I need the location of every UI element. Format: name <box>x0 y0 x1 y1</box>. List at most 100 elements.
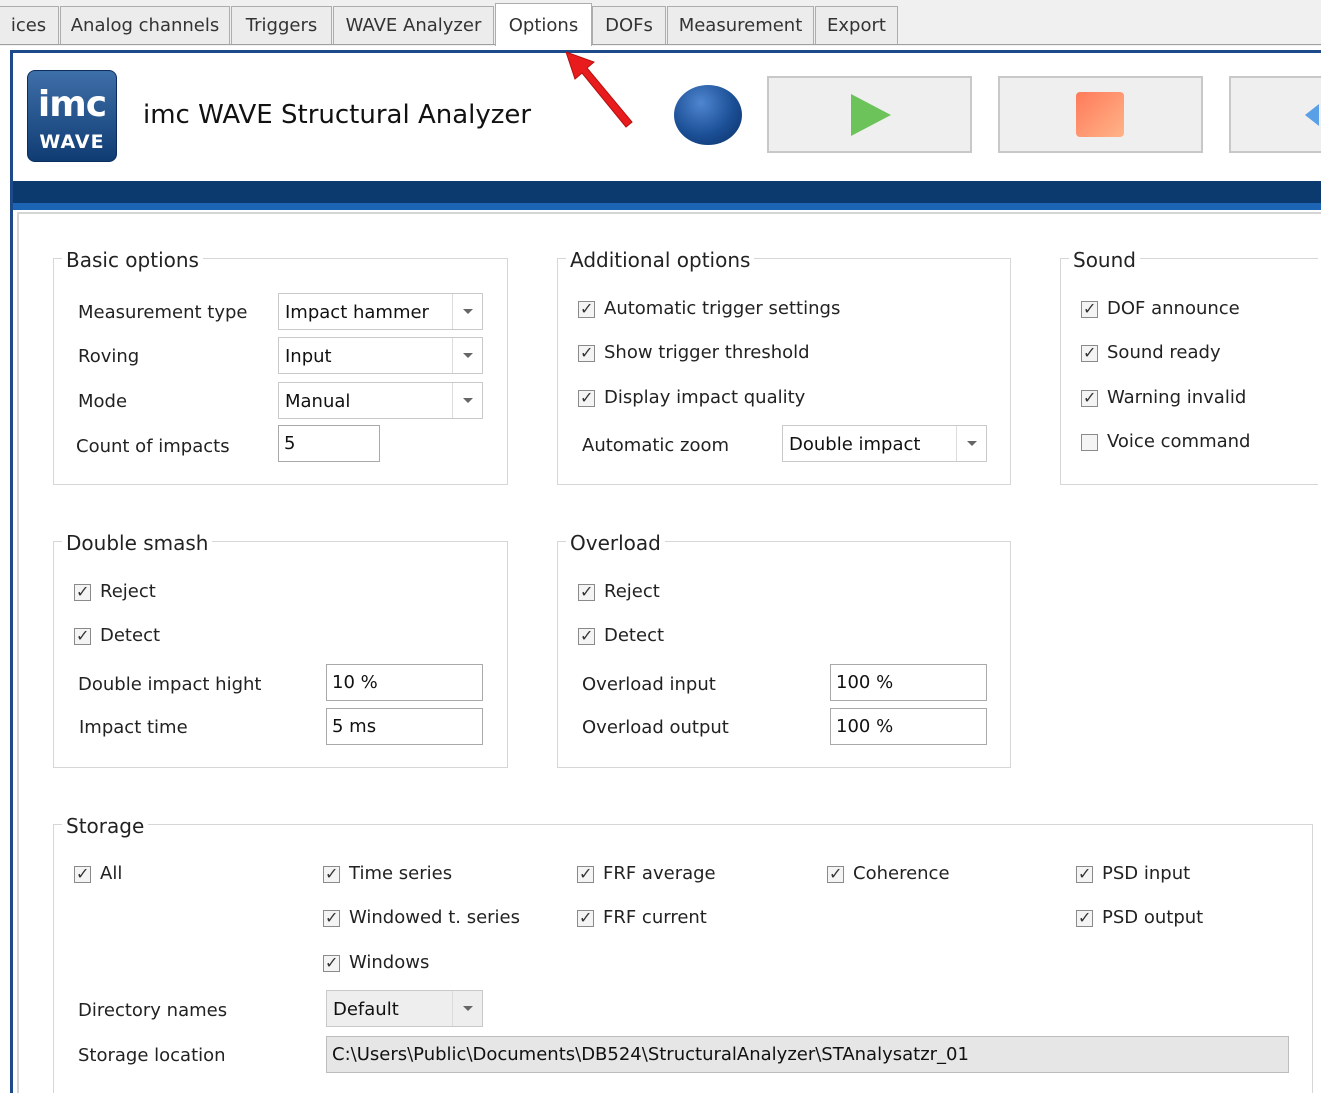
status-indicator-icon <box>674 85 742 145</box>
mode-select[interactable]: Manual <box>278 382 483 419</box>
checkbox-unchecked-icon[interactable] <box>1081 434 1098 451</box>
impact-time-value: 5 ms <box>332 716 377 737</box>
roving-select[interactable]: Input <box>278 337 483 374</box>
double-impact-hight-input[interactable]: 10 % <box>326 664 483 701</box>
measurement-type-select[interactable]: Impact hammer <box>278 293 483 330</box>
count-of-impacts-input[interactable]: 5 <box>278 425 380 462</box>
psd-output-label: PSD output <box>1102 907 1204 928</box>
chevron-down-icon[interactable] <box>452 338 482 373</box>
app-title: imc WAVE Structural Analyzer <box>143 100 532 130</box>
chevron-down-icon[interactable] <box>452 991 482 1026</box>
tab-export[interactable]: Export <box>815 6 898 44</box>
psd-input-label: PSD input <box>1102 863 1191 884</box>
checkbox-checked-icon[interactable] <box>74 582 91 601</box>
checkbox-checked-icon[interactable] <box>1076 908 1093 927</box>
overload-output-field[interactable]: 100 % <box>830 708 987 745</box>
next-button[interactable] <box>1229 76 1321 153</box>
annotation-arrow-icon <box>565 51 633 128</box>
tab-triggers[interactable]: Triggers <box>231 6 332 44</box>
storage-location-field[interactable]: C:\Users\Public\Documents\DB524\Structur… <box>326 1036 1289 1073</box>
basic-options-title: Basic options <box>62 248 203 272</box>
tab-options[interactable]: Options <box>495 3 592 46</box>
double-smash-detect-label: Detect <box>100 625 161 646</box>
checkbox-checked-icon[interactable] <box>827 864 844 883</box>
checkbox-checked-icon[interactable] <box>578 299 595 318</box>
overload-output-label: Overload output <box>582 717 729 738</box>
play-icon <box>851 94 891 136</box>
overload-output-value: 100 % <box>836 716 894 737</box>
measurement-type-label: Measurement type <box>78 302 248 323</box>
warning-invalid-label: Warning invalid <box>1107 387 1247 408</box>
storage-location-value: C:\Users\Public\Documents\DB524\Structur… <box>332 1044 969 1065</box>
overload-input-value: 100 % <box>836 672 894 693</box>
tab-dofs[interactable]: DOFs <box>592 6 666 44</box>
logo-text-imc: imc <box>37 84 107 125</box>
automatic-zoom-value: Double impact <box>789 434 921 455</box>
double-impact-hight-label: Double impact hight <box>78 674 262 695</box>
checkbox-checked-icon[interactable] <box>577 908 594 927</box>
overload-reject-label: Reject <box>604 581 660 602</box>
checkbox-checked-icon[interactable] <box>323 953 340 972</box>
tab-strip-divider <box>0 44 1321 45</box>
stop-button[interactable] <box>998 76 1203 153</box>
display-impact-quality-label: Display impact quality <box>604 387 806 408</box>
checkbox-checked-icon[interactable] <box>1081 299 1098 318</box>
checkbox-checked-icon[interactable] <box>578 388 595 407</box>
voice-command-label: Voice command <box>1107 431 1251 452</box>
logo-text-wave: WAVE <box>39 131 105 153</box>
storage-location-label: Storage location <box>78 1045 226 1066</box>
header-bar <box>13 181 1321 203</box>
tab-wave-analyzer[interactable]: WAVE Analyzer <box>333 6 494 44</box>
additional-options-title: Additional options <box>566 248 755 272</box>
measurement-type-value: Impact hammer <box>285 302 429 323</box>
frf-average-label: FRF average <box>603 863 716 884</box>
checkbox-checked-icon[interactable] <box>578 582 595 601</box>
checkbox-checked-icon[interactable] <box>578 626 595 645</box>
checkbox-checked-icon[interactable] <box>74 626 91 645</box>
directory-names-value: Default <box>333 999 399 1020</box>
show-trigger-threshold-label: Show trigger threshold <box>604 342 810 363</box>
checkbox-checked-icon[interactable] <box>1081 388 1098 407</box>
double-impact-hight-value: 10 % <box>332 672 378 693</box>
count-of-impacts-label: Count of impacts <box>76 436 230 457</box>
chevron-down-icon[interactable] <box>956 426 986 461</box>
chevron-down-icon[interactable] <box>452 294 482 329</box>
overload-input-label: Overload input <box>582 674 716 695</box>
mode-value: Manual <box>285 391 351 412</box>
coherence-label: Coherence <box>853 863 950 884</box>
directory-names-label: Directory names <box>78 1000 228 1021</box>
checkbox-checked-icon[interactable] <box>1076 864 1093 883</box>
directory-names-select[interactable]: Default <box>326 990 483 1027</box>
time-series-label: Time series <box>349 863 453 884</box>
count-of-impacts-value: 5 <box>284 433 296 454</box>
checkbox-checked-icon[interactable] <box>578 343 595 362</box>
checkbox-checked-icon[interactable] <box>323 864 340 883</box>
checkbox-checked-icon[interactable] <box>323 908 340 927</box>
storage-all-label: All <box>100 863 123 884</box>
dof-announce-label: DOF announce <box>1107 298 1240 319</box>
overload-detect-label: Detect <box>604 625 665 646</box>
chevron-down-icon[interactable] <box>452 383 482 418</box>
windows-label: Windows <box>349 952 430 973</box>
stop-icon <box>1076 92 1124 137</box>
frf-current-label: FRF current <box>603 907 707 928</box>
roving-value: Input <box>285 346 332 367</box>
automatic-zoom-select[interactable]: Double impact <box>782 425 987 462</box>
storage-title: Storage <box>62 814 149 838</box>
tab-analog-channels[interactable]: Analog channels <box>60 6 230 44</box>
tab-measurement[interactable]: Measurement <box>667 6 814 44</box>
overload-input-field[interactable]: 100 % <box>830 664 987 701</box>
imc-wave-logo: imc WAVE <box>27 70 117 162</box>
header-bar-accent <box>13 203 1321 210</box>
automatic-zoom-label: Automatic zoom <box>582 435 730 456</box>
tab-devices[interactable]: ices <box>0 6 59 44</box>
impact-time-input[interactable]: 5 ms <box>326 708 483 745</box>
checkbox-checked-icon[interactable] <box>1081 343 1098 362</box>
roving-label: Roving <box>78 346 140 367</box>
impact-time-label: Impact time <box>79 717 188 738</box>
start-button[interactable] <box>767 76 972 153</box>
checkbox-checked-icon[interactable] <box>74 864 91 883</box>
arrow-left-icon <box>1305 104 1319 126</box>
sound-title: Sound <box>1069 248 1140 272</box>
checkbox-checked-icon[interactable] <box>577 864 594 883</box>
